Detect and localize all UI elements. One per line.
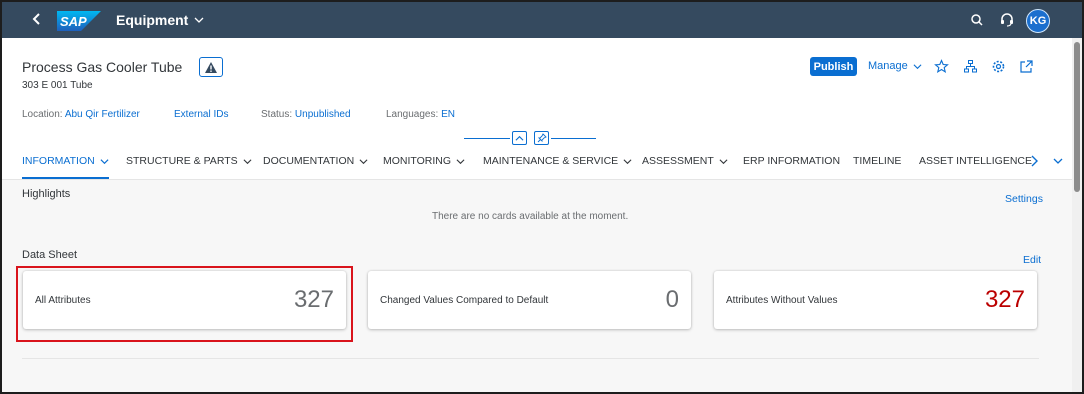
chevron-down-icon bbox=[243, 158, 252, 164]
warning-icon bbox=[205, 61, 217, 73]
card-value: 327 bbox=[984, 286, 1025, 313]
user-avatar[interactable]: KG bbox=[1026, 9, 1050, 33]
settings-link[interactable]: Settings bbox=[1005, 193, 1043, 205]
highlight-annotation-box bbox=[16, 266, 353, 342]
tab-monitoring[interactable]: MONITORING bbox=[383, 154, 465, 168]
collapse-header-button[interactable] bbox=[512, 131, 527, 145]
tab-label: ASSET INTELLIGENCE bbox=[919, 155, 1033, 167]
location-link[interactable]: Abu Qir Fertilizer bbox=[65, 109, 140, 120]
chevron-down-icon bbox=[456, 158, 465, 164]
chevron-down-icon bbox=[623, 158, 632, 164]
tab-asset-intelligence[interactable]: ASSET INTELLIGENCE bbox=[919, 154, 1032, 168]
svg-text:SAP: SAP bbox=[60, 14, 87, 29]
divider-line bbox=[464, 138, 510, 139]
hierarchy-icon[interactable] bbox=[963, 59, 978, 74]
app-title: Equipment bbox=[116, 12, 189, 28]
languages-link[interactable]: EN bbox=[441, 109, 455, 120]
datasheet-title: Data Sheet bbox=[22, 249, 78, 261]
attributes-without-values-card[interactable]: Attributes Without Values 327 bbox=[714, 271, 1037, 329]
share-icon[interactable] bbox=[1019, 59, 1034, 74]
manage-menu-button[interactable]: Manage bbox=[868, 60, 922, 72]
status-link[interactable]: Unpublished bbox=[295, 109, 351, 120]
divider-line bbox=[551, 138, 596, 139]
changed-values-card[interactable]: Changed Values Compared to Default 0 bbox=[368, 271, 691, 329]
tab-label: MONITORING bbox=[383, 155, 452, 167]
user-initials: KG bbox=[1029, 15, 1047, 27]
pin-header-button[interactable] bbox=[534, 131, 549, 145]
tab-label: INFORMATION bbox=[22, 155, 95, 167]
tab-label: DOCUMENTATION bbox=[263, 155, 355, 167]
languages-label: Languages: bbox=[386, 109, 439, 120]
tab-assessment[interactable]: ASSESSMENT bbox=[642, 154, 728, 168]
chevron-down-icon bbox=[719, 158, 728, 164]
tab-structure-parts[interactable]: STRUCTURE & PARTS bbox=[126, 154, 252, 168]
vertical-scrollbar[interactable] bbox=[1072, 38, 1082, 392]
chevron-down-icon bbox=[913, 63, 922, 69]
tab-label: ERP INFORMATION bbox=[743, 155, 841, 167]
highlights-title: Highlights bbox=[22, 188, 71, 200]
header-collapse-controls bbox=[464, 131, 596, 145]
card-label: Attributes Without Values bbox=[726, 295, 838, 306]
location-label: Location: bbox=[22, 109, 63, 120]
chevron-down-icon bbox=[100, 158, 109, 164]
app-title-menu[interactable]: Equipment bbox=[116, 12, 204, 28]
back-icon[interactable] bbox=[28, 10, 46, 28]
status-attribute: Status: Unpublished bbox=[261, 109, 351, 120]
card-value: 0 bbox=[665, 286, 679, 313]
location-attribute: Location: Abu Qir Fertilizer bbox=[22, 109, 140, 120]
page-subtitle: 303 E 001 Tube bbox=[22, 80, 93, 91]
no-cards-message: There are no cards available at the mome… bbox=[432, 211, 629, 222]
settings-gear-icon[interactable] bbox=[991, 59, 1006, 74]
tab-documentation[interactable]: DOCUMENTATION bbox=[263, 154, 368, 168]
favorite-star-icon[interactable] bbox=[934, 59, 949, 74]
languages-attribute: Languages: EN bbox=[386, 109, 455, 120]
tabs-overflow-chevron-down-icon[interactable] bbox=[1052, 154, 1064, 168]
shell-bar: SAP Equipment KG bbox=[2, 2, 1082, 38]
tabs-scroll-right-icon[interactable] bbox=[1028, 154, 1040, 168]
app-window: SAP Equipment KG Process Gas Cooler Tube… bbox=[0, 0, 1084, 394]
support-icon[interactable] bbox=[998, 11, 1016, 29]
main-content: Highlights Settings There are no cards a… bbox=[2, 179, 1072, 392]
object-header: Process Gas Cooler Tube 303 E 001 Tube P… bbox=[2, 38, 1072, 180]
scrollbar-thumb[interactable] bbox=[1074, 42, 1080, 192]
sap-logo[interactable]: SAP bbox=[57, 11, 101, 31]
chevron-down-icon bbox=[359, 158, 368, 164]
chevron-down-icon bbox=[194, 17, 204, 23]
manage-label: Manage bbox=[868, 60, 908, 72]
section-divider bbox=[22, 358, 1039, 359]
warning-button[interactable] bbox=[199, 57, 223, 77]
card-label: Changed Values Compared to Default bbox=[380, 295, 549, 306]
anchor-tab-bar: INFORMATION STRUCTURE & PARTS DOCUMENTAT… bbox=[2, 154, 1072, 180]
pin-icon bbox=[537, 133, 547, 143]
publish-button[interactable]: Publish bbox=[810, 57, 857, 76]
tab-erp-information[interactable]: ERP INFORMATION bbox=[743, 154, 840, 168]
status-label: Status: bbox=[261, 109, 293, 120]
edit-link[interactable]: Edit bbox=[1023, 254, 1041, 266]
search-icon[interactable] bbox=[968, 11, 986, 29]
tab-label: STRUCTURE & PARTS bbox=[126, 155, 238, 167]
tab-maintenance-service[interactable]: MAINTENANCE & SERVICE bbox=[483, 154, 632, 168]
tab-label: MAINTENANCE & SERVICE bbox=[483, 155, 619, 167]
tab-label: TIMELINE bbox=[853, 155, 902, 167]
page-title: Process Gas Cooler Tube bbox=[22, 59, 183, 75]
tab-information[interactable]: INFORMATION bbox=[22, 154, 109, 168]
tab-label: ASSESSMENT bbox=[642, 155, 714, 167]
tab-timeline[interactable]: TIMELINE bbox=[853, 154, 901, 168]
external-ids-link[interactable]: External IDs bbox=[174, 109, 228, 120]
chevron-up-icon bbox=[515, 135, 524, 141]
